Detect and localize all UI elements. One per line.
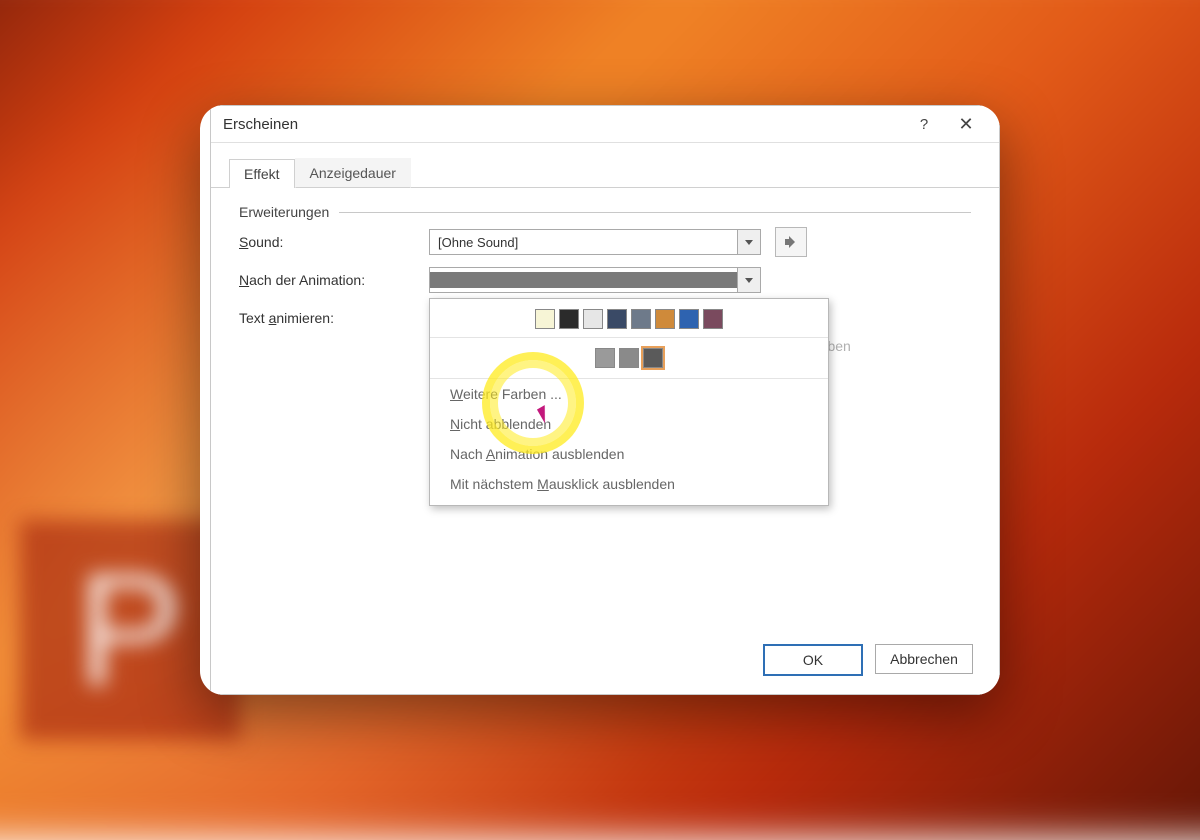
color-swatch[interactable] bbox=[595, 348, 615, 368]
color-swatch[interactable] bbox=[535, 309, 555, 329]
dialog-content: Erweiterungen Sound: [Ohne Sound] Nach d… bbox=[211, 188, 999, 334]
cancel-button[interactable]: Abbrechen bbox=[875, 644, 973, 674]
sound-value: [Ohne Sound] bbox=[430, 235, 737, 250]
color-swatch[interactable] bbox=[607, 309, 627, 329]
color-swatch[interactable] bbox=[703, 309, 723, 329]
after-animation-color-popup: Weitere Farben ... Nicht abblenden Nach … bbox=[429, 298, 829, 506]
close-icon[interactable]: ✕ bbox=[945, 114, 987, 135]
effect-options-dialog: Erscheinen ? ✕ Effekt Anzeigedauer Erwei… bbox=[210, 105, 1000, 695]
screenshot-card: Fu kt Erscheinen ? ✕ Effekt Anzeigedauer… bbox=[200, 105, 1000, 695]
color-swatch[interactable] bbox=[619, 348, 639, 368]
row-sound: Sound: [Ohne Sound] bbox=[239, 226, 971, 258]
dialog-buttons: OK Abbrechen bbox=[763, 644, 973, 676]
color-swatch[interactable] bbox=[679, 309, 699, 329]
dont-dim-item[interactable]: Nicht abblenden bbox=[430, 409, 828, 439]
hide-on-click-item[interactable]: Mit nächstem Mausklick ausblenden bbox=[430, 469, 828, 499]
color-swatch[interactable] bbox=[559, 309, 579, 329]
hide-after-animation-item[interactable]: Nach Animation ausblenden bbox=[430, 439, 828, 469]
label-sound: Sound: bbox=[239, 234, 429, 250]
color-swatch[interactable] bbox=[655, 309, 675, 329]
tab-strip: Effekt Anzeigedauer bbox=[211, 143, 999, 188]
label-after-animation: Nach der Animation: bbox=[239, 272, 429, 288]
titlebar: Erscheinen ? ✕ bbox=[211, 106, 999, 143]
tab-effect[interactable]: Effekt bbox=[229, 159, 295, 188]
row-after-animation: Nach der Animation: bbox=[239, 264, 971, 296]
group-enhancements: Erweiterungen bbox=[239, 204, 971, 220]
chevron-down-icon[interactable] bbox=[737, 230, 760, 254]
sound-combobox[interactable]: [Ohne Sound] bbox=[429, 229, 761, 255]
play-sound-button[interactable] bbox=[775, 227, 807, 257]
recent-color-row bbox=[430, 337, 828, 379]
dialog-title: Erscheinen bbox=[223, 116, 298, 133]
speaker-icon bbox=[784, 235, 798, 249]
more-colors-item[interactable]: Weitere Farben ... bbox=[430, 379, 828, 409]
color-swatch[interactable] bbox=[631, 309, 651, 329]
after-animation-swatch bbox=[430, 272, 737, 288]
theme-color-row bbox=[430, 307, 828, 337]
ok-button[interactable]: OK bbox=[763, 644, 863, 676]
after-animation-combobox[interactable] bbox=[429, 267, 761, 293]
label-animate-text: Text animieren: bbox=[239, 310, 429, 326]
color-swatch-selected[interactable] bbox=[643, 348, 663, 368]
tab-timing[interactable]: Anzeigedauer bbox=[295, 158, 411, 188]
chevron-down-icon[interactable] bbox=[737, 268, 760, 292]
help-icon[interactable]: ? bbox=[903, 116, 945, 133]
color-swatch[interactable] bbox=[583, 309, 603, 329]
